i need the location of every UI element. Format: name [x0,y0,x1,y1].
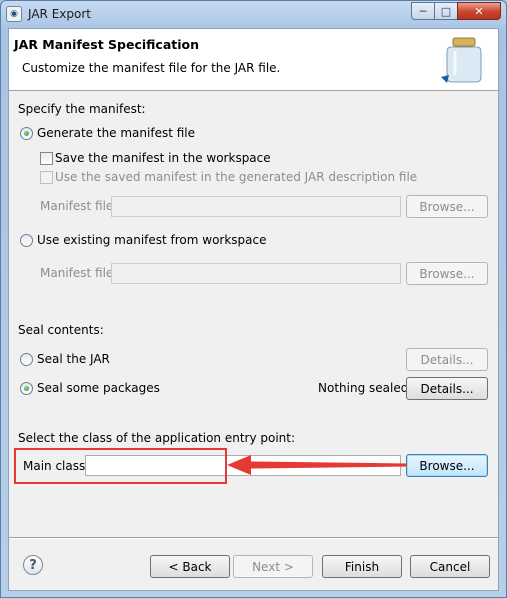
wizard-banner: JAR Manifest Specification Customize the… [9,29,498,91]
existing-manifest-file-input[interactable] [111,263,401,284]
seal-jar-label[interactable]: Seal the JAR [37,352,110,366]
manifest-file-label: Manifest file: [40,199,118,213]
jar-icon [441,37,482,83]
manifest-browse-button[interactable]: Browse... [406,195,488,218]
minimize-button[interactable]: ─ [411,2,435,20]
main-class-browse-button[interactable]: Browse... [406,454,488,477]
footer-separator [9,537,498,539]
close-icon: ✕ [474,4,484,18]
close-button[interactable]: ✕ [457,2,501,20]
cancel-button[interactable]: Cancel [410,555,490,578]
title-bar[interactable]: ◉ JAR Export ─ □ ✕ [1,1,506,27]
back-button[interactable]: < Back [150,555,230,578]
use-existing-manifest-radio[interactable] [20,234,33,247]
maximize-icon: □ [440,4,452,18]
seal-jar-details-button[interactable]: Details... [406,348,488,371]
generate-manifest-label[interactable]: Generate the manifest file [37,126,195,140]
seal-packages-radio[interactable] [20,382,33,395]
seal-section-label: Seal contents: [18,323,104,337]
save-manifest-label[interactable]: Save the manifest in the workspace [55,151,271,165]
use-existing-manifest-label[interactable]: Use existing manifest from workspace [37,233,267,247]
annotation-arrow-icon [227,455,407,475]
entry-point-section-label: Select the class of the application entr… [18,431,296,445]
minimize-icon: ─ [419,4,427,18]
seal-status-text: Nothing sealed [318,381,409,395]
next-button[interactable]: Next > [233,555,313,578]
use-saved-manifest-label: Use the saved manifest in the generated … [55,170,418,184]
manifest-section-label: Specify the manifest: [18,102,146,116]
finish-button[interactable]: Finish [322,555,402,578]
page-title: JAR Manifest Specification [14,37,200,52]
save-manifest-checkbox[interactable] [40,152,53,165]
window-title: JAR Export [28,7,91,21]
annotation-highlight-box [14,448,227,484]
manifest-file-input[interactable] [111,196,401,217]
jar-export-window: ◉ JAR Export ─ □ ✕ JAR Manifest Specific… [0,0,507,598]
eclipse-icon: ◉ [6,6,22,22]
seal-packages-label[interactable]: Seal some packages [37,381,160,395]
seal-jar-radio[interactable] [20,353,33,366]
existing-manifest-file-label: Manifest file: [40,266,118,280]
existing-manifest-browse-button[interactable]: Browse... [406,262,488,285]
generate-manifest-radio[interactable] [20,127,33,140]
help-icon[interactable]: ? [23,555,43,575]
maximize-button[interactable]: □ [434,2,458,20]
page-description: Customize the manifest file for the JAR … [22,61,281,75]
seal-packages-details-button[interactable]: Details... [406,377,488,400]
use-saved-manifest-checkbox[interactable] [40,171,53,184]
dialog-client-area: JAR Manifest Specification Customize the… [8,28,499,591]
